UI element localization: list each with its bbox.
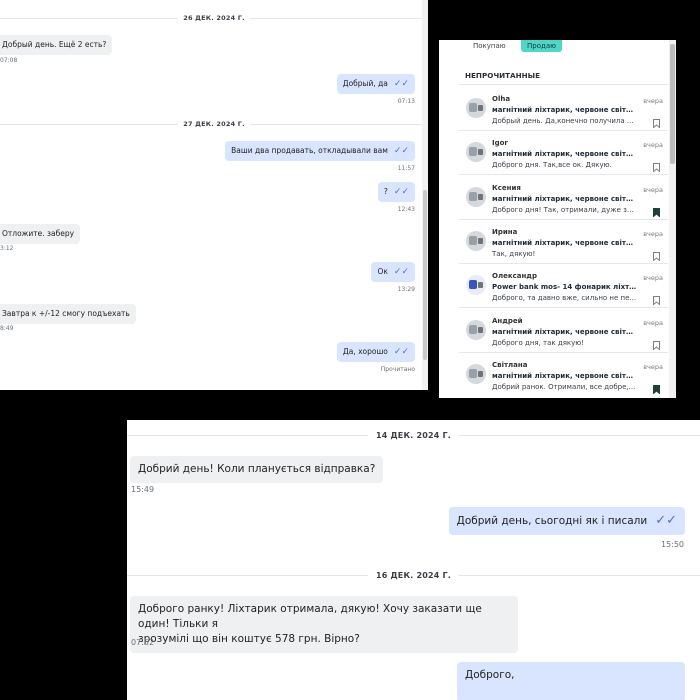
message-incoming: Доброго ранку! Ліхтарик отримала, дякую!… (130, 596, 518, 653)
product-thumbnail (466, 363, 486, 384)
chat-panel-ru: 26 ДЕК. 2024 Г. Добрый день. Ещё 2 есть?… (0, 0, 428, 390)
message-date: вчера (643, 229, 663, 238)
message-time: 12:43 (397, 206, 415, 213)
double-check-icon: ✓✓ (393, 79, 409, 89)
tab-selling[interactable]: Продаю (521, 40, 563, 52)
product-thumbnail (466, 275, 486, 296)
message-date: вчера (643, 141, 663, 150)
contact-name: Olha (492, 95, 511, 103)
message-time: 07:13 (397, 98, 415, 105)
tab-buying[interactable]: Покупаю (467, 40, 512, 52)
message-outgoing: ? ✓✓ (377, 182, 415, 202)
bookmark-icon[interactable] (653, 379, 660, 395)
date-separator: 27 ДЕК. 2024 Г. (0, 117, 428, 131)
message-incoming: Завтра к +/-12 смогу подъехать (0, 304, 136, 324)
message-preview: Добрый день. Да,конечно получила ... (492, 117, 634, 125)
conversation-item[interactable]: Андрей магнітний ліхтарик, червоне світло… (459, 308, 671, 352)
scrollbar[interactable] (422, 0, 428, 390)
conversation-list-panel: Покупаю Продаю НЕПРОЧИТАННЫЕ Olha магнітн… (439, 40, 676, 398)
contact-name: Олександр (492, 272, 537, 281)
message-preview: Доброго дня. Так,все ок. Дякую. (492, 161, 612, 170)
message-time: 8:49 (0, 325, 14, 332)
scrollbar-thumb[interactable] (423, 190, 427, 360)
contact-name: Андрей (492, 316, 523, 325)
contact-name: Igor (492, 139, 508, 148)
date-separator: 14 ДЕК. 2024 Г. (127, 427, 700, 443)
message-incoming: Отложите. заберу (0, 224, 81, 244)
date-separator: 26 ДЕК. 2024 Г. (0, 11, 428, 25)
section-title-unread: НЕПРОЧИТАННЫЕ (465, 71, 540, 80)
conversation-item[interactable]: Ирина магнітний ліхтарик, червоне світло … (459, 219, 671, 263)
listing-title: магнітний ліхтарик, червоне світло т... (492, 194, 637, 203)
bookmark-icon[interactable] (653, 157, 660, 173)
listing-title: магнітний ліхтарик, червоне світло т... (492, 371, 637, 380)
message-outgoing: Доброго, (457, 662, 685, 700)
message-preview: Доброго дня, так дякую! (492, 338, 584, 347)
product-thumbnail (466, 230, 486, 251)
conversation-item[interactable]: Olha магнітний ліхтарик, червоне світло т… (459, 86, 671, 130)
message-date: вчера (643, 97, 663, 105)
message-time: 3:12 (0, 245, 14, 252)
bookmark-icon[interactable] (653, 113, 660, 129)
message-time: 15:50 (660, 540, 684, 549)
scrollbar-thumb[interactable] (670, 44, 675, 164)
listing-title: магнітний ліхтарик, червоне світло т... (492, 238, 637, 247)
divider (459, 84, 668, 85)
listing-title: магнітний ліхтарик, червоне світло т... (492, 106, 637, 114)
tabs: Покупаю Продаю (439, 40, 676, 52)
contact-name: Ксения (492, 183, 521, 192)
message-time: 07:52 (131, 638, 155, 647)
message-time: 13:29 (397, 286, 415, 293)
chat-panel-ua: 14 ДЕК. 2024 Г. Добрий день! Коли планує… (127, 420, 700, 700)
double-check-icon: ✓✓ (393, 146, 409, 156)
listing-title: Power bank mos- 14 фонарик ліхтар ав... (492, 283, 637, 292)
conversation-item[interactable]: Олександр Power bank mos- 14 фонарик ліхт… (459, 263, 671, 307)
double-check-icon: ✓✓ (393, 267, 409, 277)
message-incoming: Добрый день. Ещё 2 есть? (0, 35, 113, 55)
date-separator: 16 ДЕК. 2024 Г. (127, 567, 700, 583)
scrollbar[interactable] (669, 40, 676, 398)
message-date: вчера (643, 318, 663, 327)
message-outgoing: Да, хорошо ✓✓ (336, 342, 415, 362)
message-date: вчера (643, 362, 663, 371)
listing-title: магнітний ліхтарик, червоне світло т... (492, 327, 637, 336)
message-time: 15:49 (131, 485, 155, 494)
double-check-icon: ✓✓ (393, 187, 409, 197)
message-outgoing: Ок ✓✓ (371, 262, 415, 282)
product-thumbnail (466, 142, 486, 163)
bookmark-icon[interactable] (653, 335, 660, 351)
message-incoming: Добрий день! Коли планується відправка? (130, 456, 384, 483)
message-time: 11:57 (397, 165, 415, 172)
read-status: Прочитано (380, 366, 415, 373)
listing-title: магнітний ліхтарик, червоне світло т... (492, 150, 637, 159)
double-check-icon: ✓✓ (393, 347, 409, 357)
contact-name: Ирина (492, 227, 518, 236)
message-preview: Доброго дня! Так, отримали, дуже за... (492, 205, 637, 214)
message-preview: Добрий ранок. Отримали, все добре,... (492, 382, 636, 391)
message-outgoing: Добрий день, сьогодні як і писали ✓✓ (448, 507, 685, 535)
double-check-icon: ✓✓ (655, 513, 677, 528)
product-thumbnail (466, 186, 486, 207)
conversation-item[interactable]: Ксения магнітний ліхтарик, червоне світло… (459, 175, 671, 219)
bookmark-icon[interactable] (653, 202, 660, 218)
message-preview: Так, дякую! (492, 249, 536, 258)
conversation-item[interactable]: Світлана магнітний ліхтарик, червоне світ… (459, 352, 671, 396)
message-preview: Доброго, та давно вже, сильно не пе... (492, 294, 637, 303)
bookmark-icon[interactable] (653, 290, 660, 306)
message-date: вчера (643, 185, 663, 194)
bookmark-icon[interactable] (653, 246, 660, 262)
message-outgoing: Добрый, да ✓✓ (336, 74, 415, 94)
message-outgoing: Ваши два продавать, откладывали вам ✓✓ (225, 141, 415, 161)
message-time: 07:08 (0, 57, 18, 64)
product-thumbnail (466, 319, 486, 340)
contact-name: Світлана (492, 360, 528, 369)
message-date: вчера (643, 274, 663, 283)
product-thumbnail (466, 98, 486, 118)
conversation-item[interactable]: Igor магнітний ліхтарик, червоне світло т… (459, 130, 671, 174)
